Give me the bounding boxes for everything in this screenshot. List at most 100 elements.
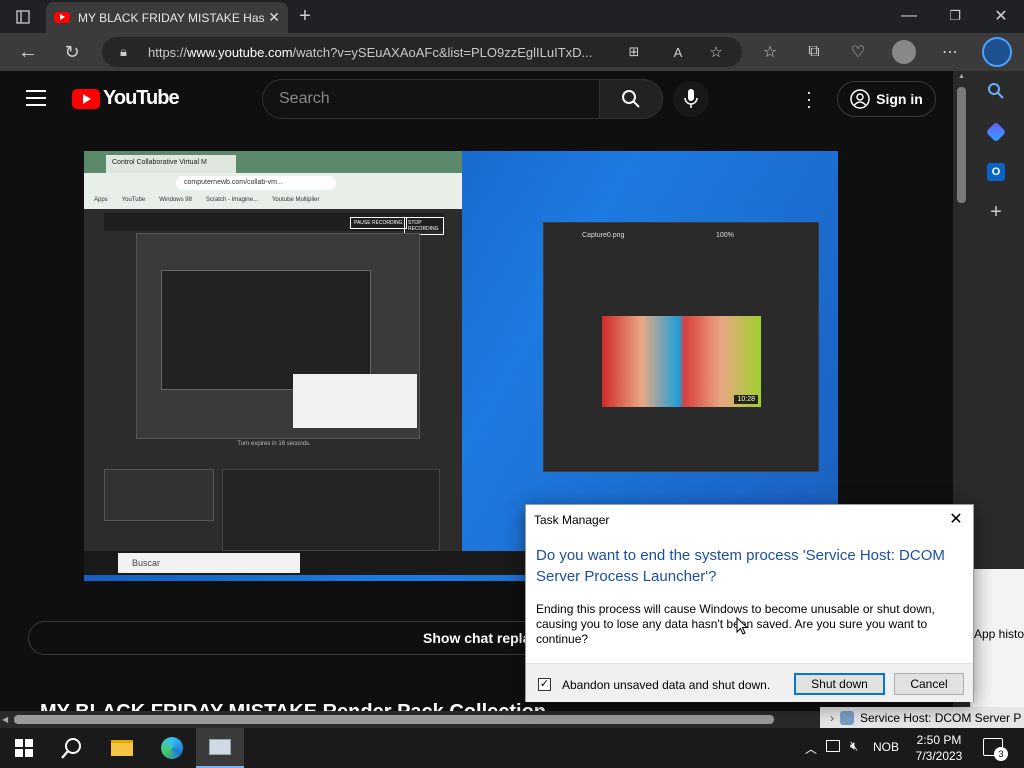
restore-icon[interactable]: ❐ (944, 5, 966, 27)
inner-vm-screen (136, 233, 420, 439)
sidebar-search-icon[interactable] (987, 82, 1005, 100)
horizontal-scroll-thumb[interactable] (14, 715, 774, 724)
collections-icon[interactable]: ⧉ (802, 40, 826, 64)
inner-bookmark: Scratch - Imagine... (205, 197, 258, 203)
volume-muted-icon[interactable]: 🔇︎ (850, 738, 858, 754)
inner-bookmark: YouTube (121, 197, 146, 203)
shut-down-button[interactable]: Shut down (794, 673, 885, 695)
edge-icon (161, 737, 183, 759)
account-icon (850, 89, 870, 109)
inner-tab-strip: Control Collaborative Virtual M (84, 151, 462, 173)
more-menu-icon[interactable]: ⋯ (938, 40, 962, 64)
thumbnail-duration: 10:28 (734, 395, 758, 404)
service-host-row[interactable]: › Service Host: DCOM Server P (820, 707, 1024, 728)
cancel-label: Cancel (910, 677, 948, 691)
windows-logo-icon (15, 739, 33, 757)
tab-title: MY BLACK FRIDAY MISTAKE Has (78, 10, 265, 25)
browser-tab-bar: MY BLACK FRIDAY MISTAKE Has ✕ + — ❐ ✕ (0, 0, 1024, 33)
tab-actions-icon[interactable] (10, 6, 36, 28)
network-icon[interactable] (826, 740, 840, 752)
sidebar-outlook-icon[interactable]: O (987, 163, 1005, 181)
task-manager-taskbar-button[interactable] (196, 728, 244, 768)
abandon-data-checkbox[interactable]: ✓ (538, 678, 551, 691)
search-input[interactable]: Search (262, 79, 600, 119)
cancel-button[interactable]: Cancel (894, 673, 964, 695)
inner-url-row: computernewb.com/collab-vm... (84, 173, 462, 193)
inner-users-panel (104, 469, 214, 521)
clock[interactable]: 2:50 PM 7/3/2023 (907, 732, 971, 764)
horizontal-scrollbar[interactable]: ◀ (0, 711, 820, 728)
url-host: www.youtube.com (187, 44, 293, 60)
clock-date: 7/3/2023 (915, 749, 963, 763)
sidebar-add-icon[interactable]: + (987, 202, 1005, 222)
notifications-icon[interactable]: 3 (983, 738, 1008, 761)
tab-close-icon[interactable]: ✕ (268, 9, 280, 26)
new-tab-icon[interactable]: + (294, 5, 316, 27)
taskbar-search-button[interactable] (48, 728, 96, 768)
file-explorer-button[interactable] (98, 728, 146, 768)
photo-viewer-title: Capture0.png (582, 232, 625, 239)
thumbnail-image: 10:28 (602, 316, 761, 407)
expand-chevron-icon[interactable]: › (830, 711, 834, 725)
refresh-icon[interactable]: ↻ (60, 40, 84, 64)
dialog-title: Task Manager (534, 513, 610, 527)
service-host-label: Service Host: DCOM Server P (860, 710, 1022, 725)
sidebar-copilot-icon[interactable] (985, 121, 1007, 143)
url-scheme: https:// (148, 44, 188, 60)
sign-in-label: Sign in (876, 91, 923, 107)
vertical-scroll-thumb[interactable] (957, 87, 966, 203)
back-icon[interactable]: ← (16, 40, 40, 64)
app-available-icon[interactable]: ⊞ (624, 42, 644, 62)
favorites-icon[interactable]: ☆ (758, 40, 782, 64)
folder-icon (111, 740, 133, 756)
tab-app-history[interactable]: App histor (974, 627, 1024, 641)
profile-avatar[interactable] (892, 40, 916, 64)
sign-in-button[interactable]: Sign in (837, 81, 936, 117)
show-chat-replay-label: Show chat replay (423, 630, 539, 646)
photo-viewer-zoom: 100% (716, 232, 734, 239)
search-button[interactable] (599, 79, 663, 119)
photo-viewer-window: Capture0.png 100% 10:28 (543, 222, 819, 472)
dialog-footer: ✓ Abandon unsaved data and shut down. Sh… (526, 663, 973, 702)
minimize-icon[interactable]: — (898, 5, 920, 27)
notification-count-badge: 3 (994, 747, 1008, 761)
search-placeholder: Search (279, 90, 330, 107)
settings-kebab-icon[interactable]: · · · (806, 83, 812, 115)
hamburger-menu-icon[interactable] (26, 90, 46, 106)
tab-youtube[interactable]: MY BLACK FRIDAY MISTAKE Has ✕ (46, 2, 288, 33)
dialog-heading: Do you want to end the system process 'S… (536, 547, 945, 585)
bing-copilot-icon[interactable] (982, 37, 1012, 67)
microphone-icon (684, 89, 698, 108)
tray-overflow-icon[interactable]: ︿ (805, 740, 817, 757)
read-aloud-icon[interactable]: A (668, 42, 688, 62)
url-path: /watch?v=ySEuAXAoAFc&list=PLO9zzEglILuIT… (292, 44, 593, 60)
windows-taskbar: ︿ 🔇︎ 3 (0, 728, 1024, 768)
inner-collabvm-header: PAUSE RECORDING STOP RECORDING (104, 213, 444, 235)
inner-chat-panel (222, 469, 440, 551)
close-window-icon[interactable]: ✕ (990, 5, 1012, 27)
inner-browser-window: Control Collaborative Virtual M computer… (84, 151, 462, 551)
inner-bookmark: Apps (94, 197, 108, 203)
address-bar[interactable]: 🔒︎ https://www.youtube.com/watch?v=ySEuA… (102, 37, 742, 67)
performance-icon[interactable]: ♡ (846, 40, 870, 64)
inner-pause-button: PAUSE RECORDING (350, 217, 407, 229)
inner-tab: Control Collaborative Virtual M (106, 155, 236, 173)
dialog-close-icon[interactable]: ✕ (945, 508, 967, 530)
youtube-logo-icon (72, 88, 100, 109)
youtube-logo[interactable]: YouTube (72, 87, 180, 110)
task-manager-icon (209, 739, 231, 755)
edge-taskbar-button[interactable] (148, 728, 196, 768)
inner-bookmark: Youtube Multiplier (271, 197, 320, 203)
scroll-up-icon[interactable]: ▲ (957, 73, 966, 81)
inner-url: computernewb.com/collab-vm... (176, 176, 336, 190)
start-button[interactable] (0, 728, 48, 768)
add-favorite-icon[interactable]: ☆ (706, 42, 726, 62)
input-language-indicator[interactable]: NOB (873, 740, 899, 754)
service-gear-icon (840, 710, 854, 725)
voice-search-button[interactable] (673, 81, 709, 117)
abandon-data-label[interactable]: Abandon unsaved data and shut down. (562, 678, 770, 692)
video-title: MY BLACK FRIDAY MISTAKE Render Pack Coll… (40, 701, 546, 711)
search-icon (622, 90, 640, 108)
task-manager-window-back: App histor (970, 569, 1024, 707)
scroll-left-icon[interactable]: ◀ (2, 715, 8, 724)
